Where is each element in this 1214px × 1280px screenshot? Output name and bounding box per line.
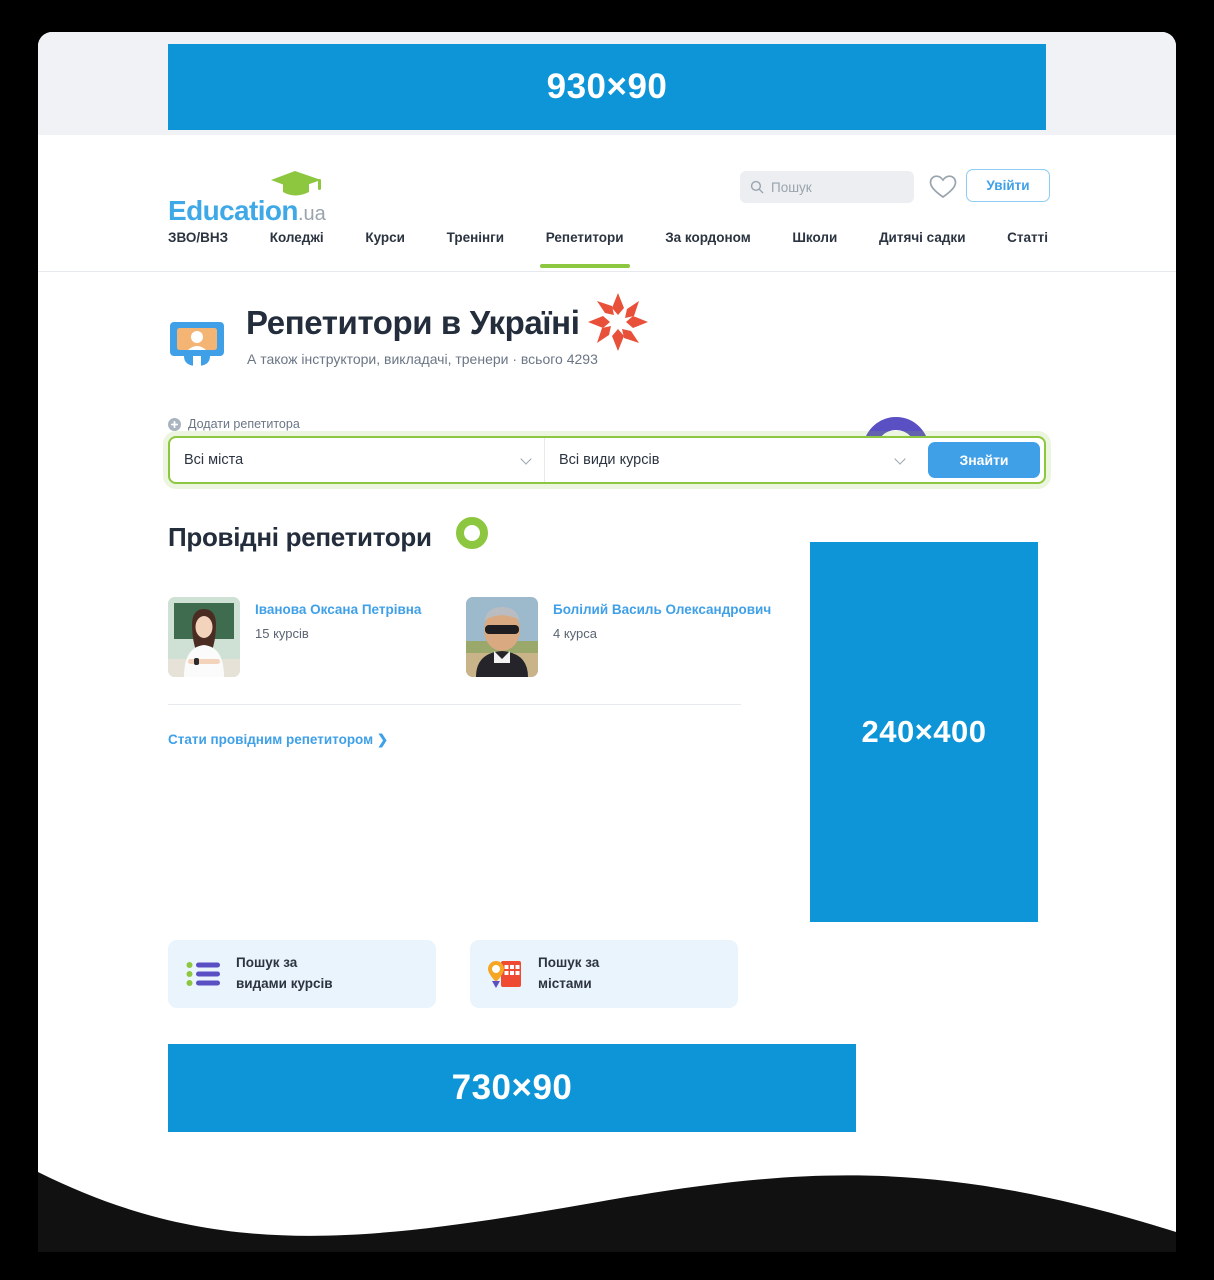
graduation-cap-icon (271, 171, 321, 196)
search-input[interactable] (771, 179, 891, 195)
course-kind-select-value: Всі види курсів (559, 452, 660, 468)
plus-circle-icon (168, 417, 181, 431)
find-button[interactable]: Знайти (928, 442, 1040, 478)
map-building-icon (488, 957, 522, 991)
page-subtitle: А також інструктори, викладачі, тренери … (247, 351, 598, 367)
search-filter-bar: Всі міста Всі види курсів Знайти (168, 436, 1046, 484)
list-icon (186, 957, 220, 991)
tutor-photo[interactable] (466, 597, 538, 677)
category-card-line2: містами (538, 976, 592, 991)
tutor-board-icon (170, 322, 224, 368)
category-card-0[interactable]: Пошук за видами курсів (168, 940, 436, 1008)
section-divider (168, 704, 741, 705)
chevron-down-icon (894, 453, 906, 465)
add-tutor-link[interactable]: Додати репетитора (168, 417, 300, 431)
course-kind-select[interactable]: Всі види курсів (545, 438, 918, 482)
tutor-courses-count: 4 курса (553, 626, 597, 641)
tutor-photo[interactable] (168, 597, 240, 677)
login-button[interactable]: Увійти (966, 169, 1050, 202)
logo-suffix: .ua (297, 203, 326, 225)
category-card-1[interactable]: Пошук за містами (470, 940, 738, 1008)
nav-item-1[interactable]: Коледжі (270, 228, 324, 245)
city-select-value: Всі міста (184, 452, 244, 468)
nav-item-7[interactable]: Дитячі садки (879, 228, 966, 245)
nav-item-2[interactable]: Курси (365, 228, 405, 245)
green-ring-decoration (456, 517, 488, 549)
browser-page: 930×90 Education .ua Увійти ЗВО/ВНЗКоле (38, 32, 1176, 1252)
main-navigation: ЗВО/ВНЗ Коледжі Курси Тренінги Репетитори За … (38, 228, 1176, 272)
city-select[interactable]: Всі міста (170, 438, 545, 482)
ad-banner-730x90[interactable]: 730×90 (168, 1044, 856, 1132)
logo-text: Education (168, 195, 299, 226)
ad-banner-930x90[interactable]: 930×90 (168, 44, 1046, 130)
category-card-line2: видами курсів (236, 976, 333, 991)
add-tutor-label: Додати репетитора (188, 417, 300, 431)
tutor-name[interactable]: Іванова Оксана Петрівна (255, 602, 421, 617)
ukrainian-star-icon (588, 293, 648, 351)
nav-item-8[interactable]: Статті (1007, 228, 1048, 245)
nav-item-0[interactable]: ЗВО/ВНЗ (168, 228, 228, 245)
ad-banner-240x400[interactable]: 240×400 (810, 542, 1038, 922)
favorites-heart-icon[interactable] (928, 172, 958, 202)
nav-item-6[interactable]: Школи (792, 228, 837, 245)
category-card-line1: Пошук за (538, 955, 600, 971)
page-title-block: Репетитори в Україні А також інструктори… (168, 293, 768, 394)
tutor-courses-count: 15 курсів (255, 626, 309, 641)
nav-item-3[interactable]: Тренінги (447, 228, 504, 245)
category-card-label: Пошук за видами курсів (236, 953, 333, 995)
become-leading-tutor-link[interactable]: Стати провідним репетитором ❯ (168, 732, 388, 748)
tutor-item[interactable]: Болілий Василь Олександрович 4 курса (466, 597, 771, 677)
tutor-name[interactable]: Болілий Василь Олександрович (553, 602, 771, 617)
nav-item-5[interactable]: За кордоном (665, 228, 750, 245)
tutor-item[interactable]: Іванова Оксана Петрівна 15 курсів (168, 597, 421, 677)
site-logo[interactable]: Education .ua (168, 171, 326, 226)
nav-item-4[interactable]: Репетитори (539, 228, 630, 268)
category-card-line1: Пошук за (236, 955, 298, 971)
chevron-down-icon (520, 453, 532, 465)
leading-tutors-title: Провідні репетитори (168, 522, 432, 552)
top-ad-strip: 930×90 (38, 32, 1176, 135)
category-card-label: Пошук за містами (538, 953, 599, 995)
page-title: Репетитори в Україні (246, 304, 580, 341)
search-icon (750, 180, 764, 194)
header-search-box[interactable] (740, 171, 914, 203)
